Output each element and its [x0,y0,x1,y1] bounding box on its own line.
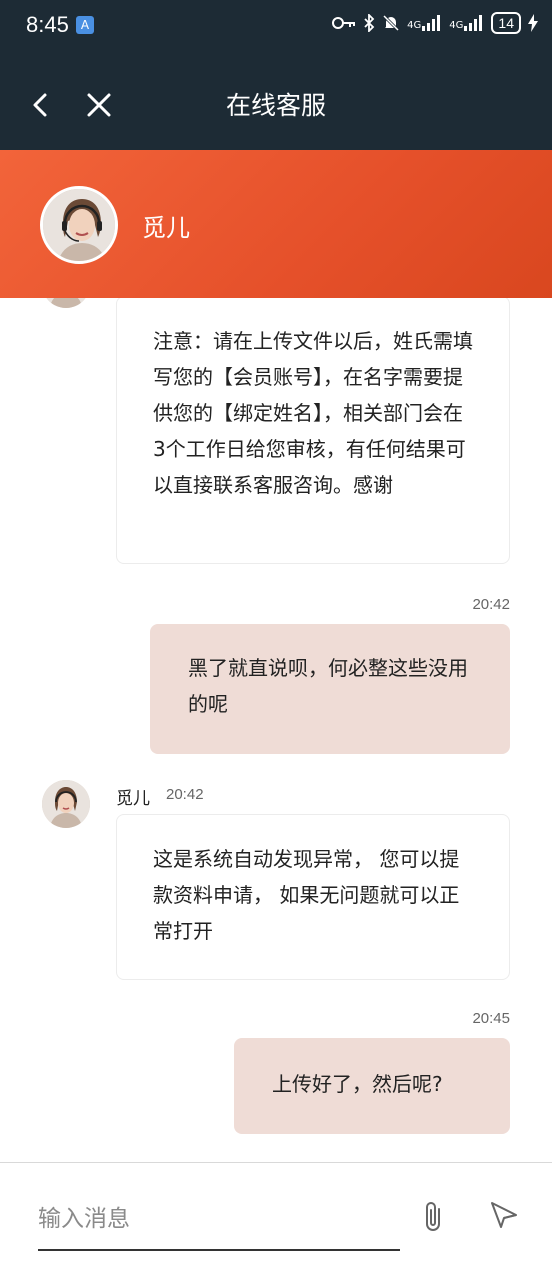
bluetooth-icon [364,14,375,32]
agent-name: 觅儿 [142,214,190,242]
key-icon [332,17,356,29]
signal-4g-hd-icon: 4G [449,15,484,31]
message-bubble-incoming: 这是系统自动发现异常， 您可以提款资料申请， 如果无问题就可以正常打开 [116,814,510,980]
status-icons: 4G 4G 14 [332,12,538,34]
message-text: 上传好了，然后呢? [272,1072,443,1096]
battery-indicator: 14 [491,12,521,34]
message-bubble-incoming: 注意：请在上传文件以后，姓氏需填写您的【会员账号】，在名字需要提供您的【绑定姓名… [116,298,510,564]
agent-avatar-small [42,780,90,828]
attach-button[interactable] [420,1199,448,1235]
bell-muted-icon [383,14,400,32]
network-label-2: 4G [449,20,464,31]
chat-messages[interactable]: 注意：请在上传文件以后，姓氏需填写您的【会员账号】，在名字需要提供您的【绑定姓名… [0,298,552,1163]
message-timestamp: 20:45 [472,1010,510,1027]
message-timestamp: 20:42 [166,786,204,803]
agent-avatar-small [42,298,90,308]
status-time: 8:45 [26,12,69,37]
message-text: 注意：请在上传文件以后，姓氏需填写您的【会员账号】，在名字需要提供您的【绑定姓名… [153,329,473,497]
agent-avatar [40,186,118,264]
message-timestamp: 20:42 [472,596,510,613]
page-title: 在线客服 [225,91,326,120]
agent-header: 觅儿 [0,150,552,298]
message-bubble-outgoing: 上传好了，然后呢? [234,1038,510,1134]
top-bar: 8:45 A 4G 4G 14 在线客服 [0,0,552,150]
message-text: 黑了就直说呗，何必整这些没用的呢 [188,656,468,716]
message-bubble-outgoing: 黑了就直说呗，何必整这些没用的呢 [150,624,510,754]
app-notification-icon: A [76,16,94,34]
network-label: 4G [407,20,422,31]
message-input[interactable] [38,1189,400,1251]
charging-icon [528,14,538,32]
message-sender-name: 觅儿 [116,789,150,809]
signal-4g-icon: 4G [407,15,442,31]
message-text: 这是系统自动发现异常， 您可以提款资料申请， 如果无问题就可以正常打开 [153,847,460,943]
send-button[interactable] [488,1199,520,1231]
message-input-bar [0,1162,552,1280]
